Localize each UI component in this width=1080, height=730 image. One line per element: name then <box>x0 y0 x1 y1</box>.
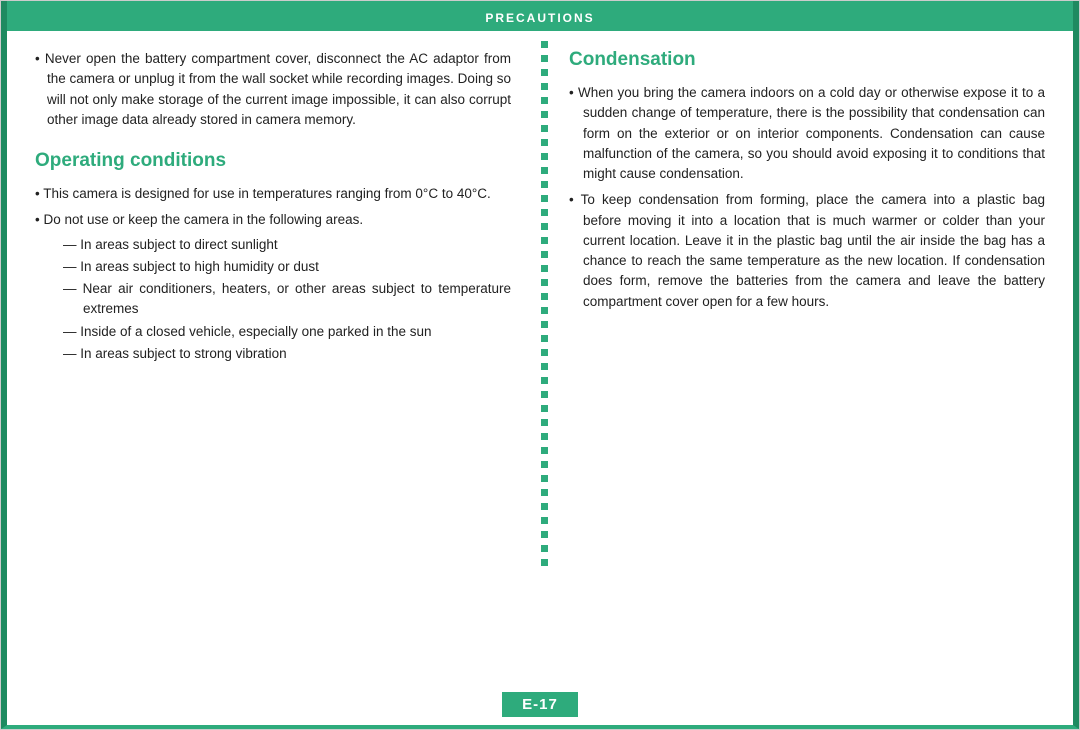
divider-dot <box>541 517 548 524</box>
divider-dot <box>541 139 548 146</box>
divider-dot <box>541 125 548 132</box>
list-item: When you bring the camera indoors on a c… <box>569 83 1045 184</box>
divider-dot <box>541 111 548 118</box>
divider-dot <box>541 349 548 356</box>
intro-bullet: • Never open the battery compartment cov… <box>35 49 511 130</box>
divider-dot <box>541 209 548 216</box>
divider-dot <box>541 307 548 314</box>
divider-dot <box>541 41 548 48</box>
operating-conditions-list: This camera is designed for use in tempe… <box>35 184 511 364</box>
content-area: • Never open the battery compartment cov… <box>1 31 1079 688</box>
page-number-badge: E-17 <box>502 692 578 717</box>
list-item: To keep condensation from forming, place… <box>569 190 1045 312</box>
page-wrapper: PRECAUTIONS • Never open the battery com… <box>0 0 1080 730</box>
divider-dot <box>541 55 548 62</box>
condensation-heading: Condensation <box>569 49 1045 71</box>
divider-dot <box>541 503 548 510</box>
divider-dot <box>541 167 548 174</box>
divider-dot <box>541 83 548 90</box>
footer-bar: E-17 <box>1 688 1079 729</box>
divider-dot <box>541 321 548 328</box>
divider-dot <box>541 69 548 76</box>
left-column: • Never open the battery compartment cov… <box>7 31 533 688</box>
divider-dot <box>541 293 548 300</box>
header-label: PRECAUTIONS <box>485 11 594 25</box>
divider-dot <box>541 531 548 538</box>
sub-list-item: Near air conditioners, heaters, or other… <box>63 279 511 320</box>
divider-dot <box>541 265 548 272</box>
list-item: Do not use or keep the camera in the fol… <box>35 210 511 364</box>
sub-list-item: In areas subject to high humidity or dus… <box>63 257 511 277</box>
divider-dot <box>541 447 548 454</box>
divider-dot <box>541 279 548 286</box>
divider-dot <box>541 335 548 342</box>
right-column: Condensation When you bring the camera i… <box>555 31 1073 688</box>
divider-dot <box>541 545 548 552</box>
divider-dot <box>541 223 548 230</box>
divider-dot <box>541 475 548 482</box>
sub-list-item: In areas subject to strong vibration <box>63 344 511 364</box>
divider-dot <box>541 195 548 202</box>
sub-list-item: Inside of a closed vehicle, especially o… <box>63 322 511 342</box>
divider-dot <box>541 433 548 440</box>
divider-dot <box>541 181 548 188</box>
condensation-list: When you bring the camera indoors on a c… <box>569 83 1045 312</box>
intro-text: • Never open the battery compartment cov… <box>35 49 511 130</box>
divider-dot <box>541 489 548 496</box>
operating-conditions-heading: Operating conditions <box>35 150 511 172</box>
divider-dot <box>541 237 548 244</box>
divider-dot <box>541 251 548 258</box>
divider-dot <box>541 363 548 370</box>
divider-dot <box>541 153 548 160</box>
sub-list-item: In areas subject to direct sunlight <box>63 235 511 255</box>
sub-list: In areas subject to direct sunlight In a… <box>63 235 511 365</box>
divider-dot <box>541 461 548 468</box>
header-bar: PRECAUTIONS <box>1 5 1079 31</box>
divider-dot <box>541 391 548 398</box>
divider-dot <box>541 377 548 384</box>
list-item: This camera is designed for use in tempe… <box>35 184 511 204</box>
divider-dot <box>541 559 548 566</box>
divider-dot <box>541 419 548 426</box>
divider-dot <box>541 97 548 104</box>
center-divider <box>533 31 555 688</box>
divider-dot <box>541 405 548 412</box>
